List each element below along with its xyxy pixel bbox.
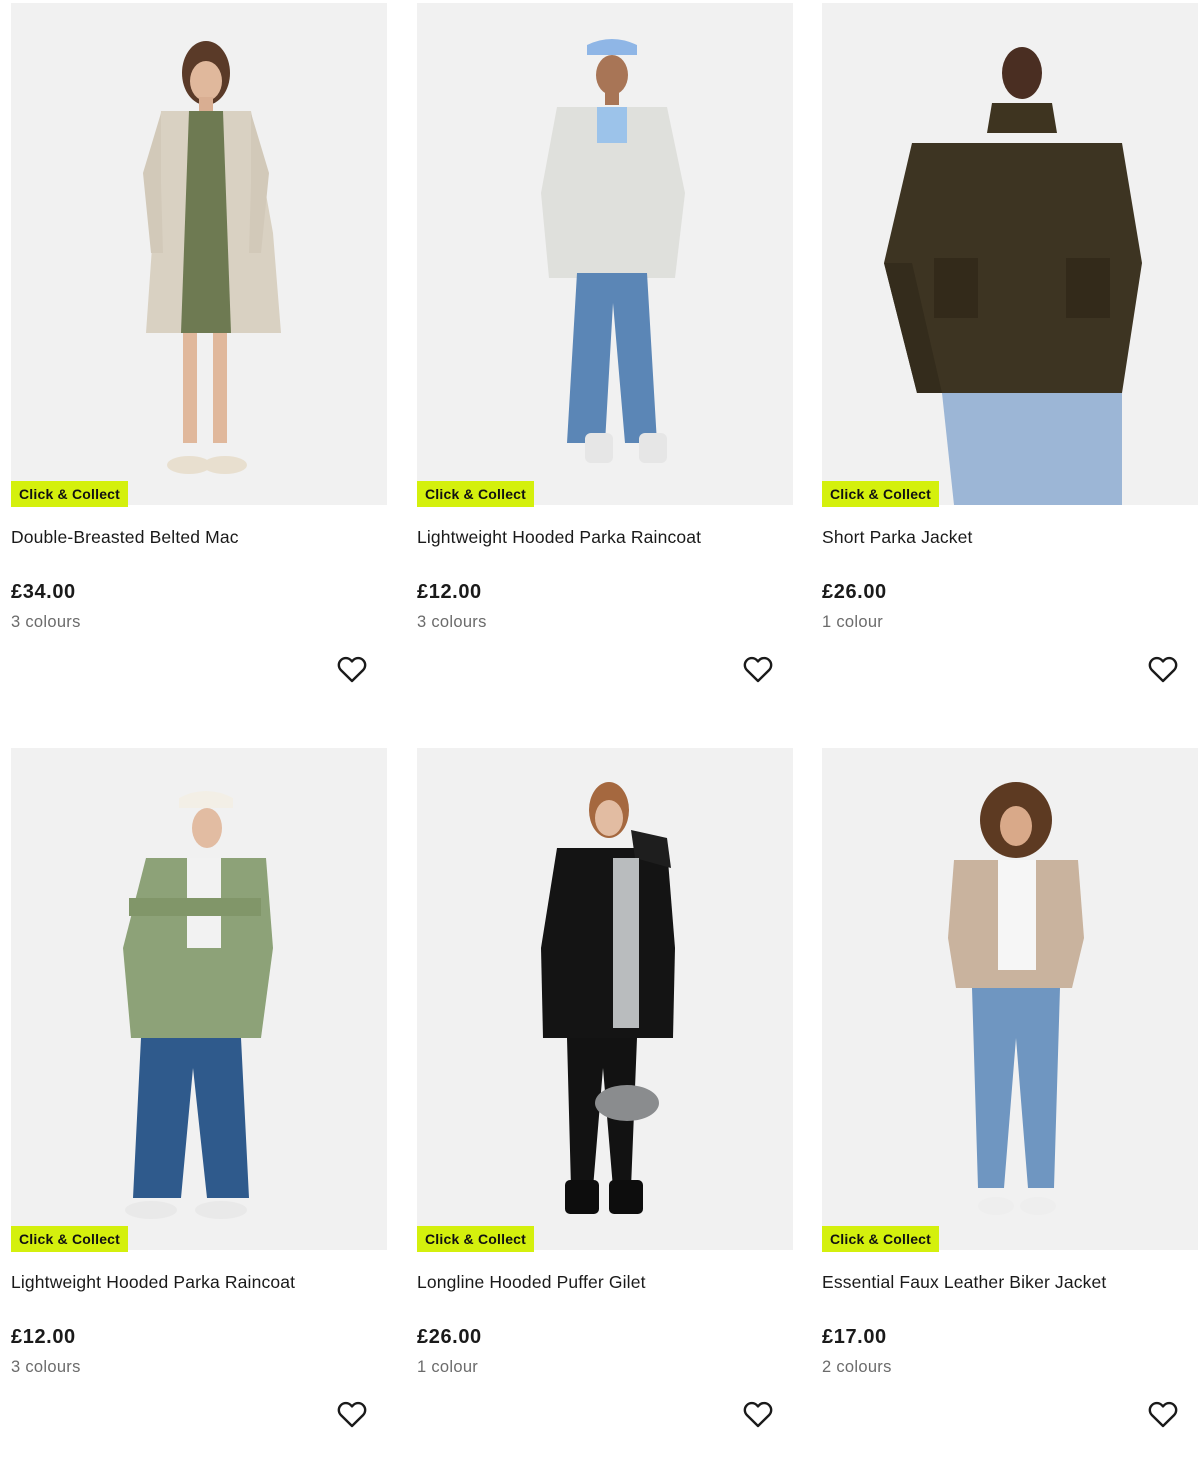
product-title[interactable]: Lightweight Hooded Parka Raincoat: [417, 527, 701, 548]
product-title[interactable]: Double-Breasted Belted Mac: [11, 527, 239, 548]
product-title[interactable]: Lightweight Hooded Parka Raincoat: [11, 1272, 295, 1293]
product-title[interactable]: Short Parka Jacket: [822, 527, 973, 548]
product-card[interactable]: Click & Collect Lightweight Hooded Parka…: [417, 3, 793, 723]
heart-outline-icon[interactable]: [1146, 1397, 1180, 1431]
product-photo: [948, 782, 1084, 1215]
heart-outline-icon[interactable]: [1146, 652, 1180, 686]
product-card[interactable]: Click & Collect Double-Breasted Belted M…: [11, 3, 387, 723]
product-card[interactable]: Click & Collect Longline Hooded Puffer G…: [417, 748, 793, 1468]
product-photo: [541, 39, 685, 463]
click-collect-badge: Click & Collect: [417, 481, 535, 507]
click-collect-badge: Click & Collect: [11, 1226, 129, 1252]
product-card[interactable]: Click & Collect Lightweight Hooded Parka…: [11, 748, 387, 1468]
product-image[interactable]: [11, 3, 387, 505]
click-collect-badge: Click & Collect: [417, 1226, 535, 1252]
product-image[interactable]: [11, 748, 387, 1250]
product-title[interactable]: Longline Hooded Puffer Gilet: [417, 1272, 646, 1293]
product-colours: 3 colours: [11, 1358, 81, 1376]
product-price: £26.00: [417, 1326, 482, 1348]
product-photo: [541, 782, 675, 1214]
product-colours: 3 colours: [11, 613, 81, 631]
product-card[interactable]: Click & Collect Short Parka Jacket £26.0…: [822, 3, 1198, 723]
product-image[interactable]: [417, 748, 793, 1250]
product-price: £34.00: [11, 581, 76, 603]
product-image[interactable]: [822, 3, 1198, 505]
product-photo: [884, 47, 1142, 505]
click-collect-badge: Click & Collect: [11, 481, 129, 507]
product-colours: 2 colours: [822, 1358, 892, 1376]
click-collect-badge: Click & Collect: [822, 481, 940, 507]
heart-outline-icon[interactable]: [741, 1397, 775, 1431]
product-card[interactable]: Click & Collect Essential Faux Leather B…: [822, 748, 1198, 1468]
product-price: £12.00: [11, 1326, 76, 1348]
product-colours: 1 colour: [417, 1358, 479, 1376]
heart-outline-icon[interactable]: [335, 652, 369, 686]
product-price: £17.00: [822, 1326, 887, 1348]
heart-outline-icon[interactable]: [335, 1397, 369, 1431]
product-title[interactable]: Essential Faux Leather Biker Jacket: [822, 1272, 1106, 1293]
product-image[interactable]: [822, 748, 1198, 1250]
product-photo: [123, 791, 273, 1219]
product-photo: [143, 41, 281, 474]
product-image[interactable]: [417, 3, 793, 505]
click-collect-badge: Click & Collect: [822, 1226, 940, 1252]
heart-outline-icon[interactable]: [741, 652, 775, 686]
product-price: £26.00: [822, 581, 887, 603]
product-price: £12.00: [417, 581, 482, 603]
product-colours: 1 colour: [822, 613, 884, 631]
product-colours: 3 colours: [417, 613, 487, 631]
